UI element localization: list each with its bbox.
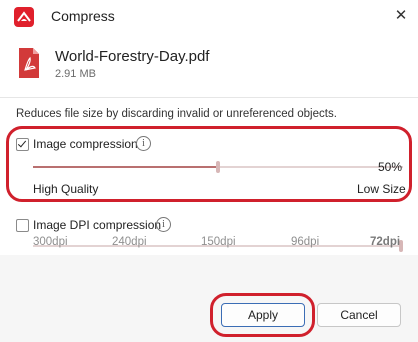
dialog-footer <box>0 255 418 342</box>
dpi-tick-72: 72dpi <box>370 236 401 248</box>
divider <box>0 97 418 98</box>
info-icon[interactable]: i <box>156 217 171 232</box>
image-compression-highlight <box>6 126 412 202</box>
file-size: 2.91 MB <box>55 68 96 80</box>
cancel-button[interactable]: Cancel <box>317 303 401 327</box>
dpi-tick-240: 240dpi <box>112 236 147 248</box>
app-logo-icon <box>14 7 34 27</box>
dpi-tick-96: 96dpi <box>291 236 320 248</box>
dpi-compression-label[interactable]: Image DPI compression <box>33 218 161 232</box>
pdf-file-icon <box>19 48 39 83</box>
title-bar: Compress ✕ <box>0 0 418 34</box>
description-text: Reduces file size by discarding invalid … <box>16 108 337 120</box>
apply-button-highlight <box>210 293 315 337</box>
file-name: World-Forestry-Day.pdf <box>55 48 210 65</box>
window-title: Compress <box>51 8 115 24</box>
close-icon[interactable]: ✕ <box>391 6 411 26</box>
dpi-tick-300: 300dpi <box>33 236 68 248</box>
dpi-tick-150: 150dpi <box>201 236 236 248</box>
dpi-compression-checkbox[interactable] <box>16 219 29 232</box>
